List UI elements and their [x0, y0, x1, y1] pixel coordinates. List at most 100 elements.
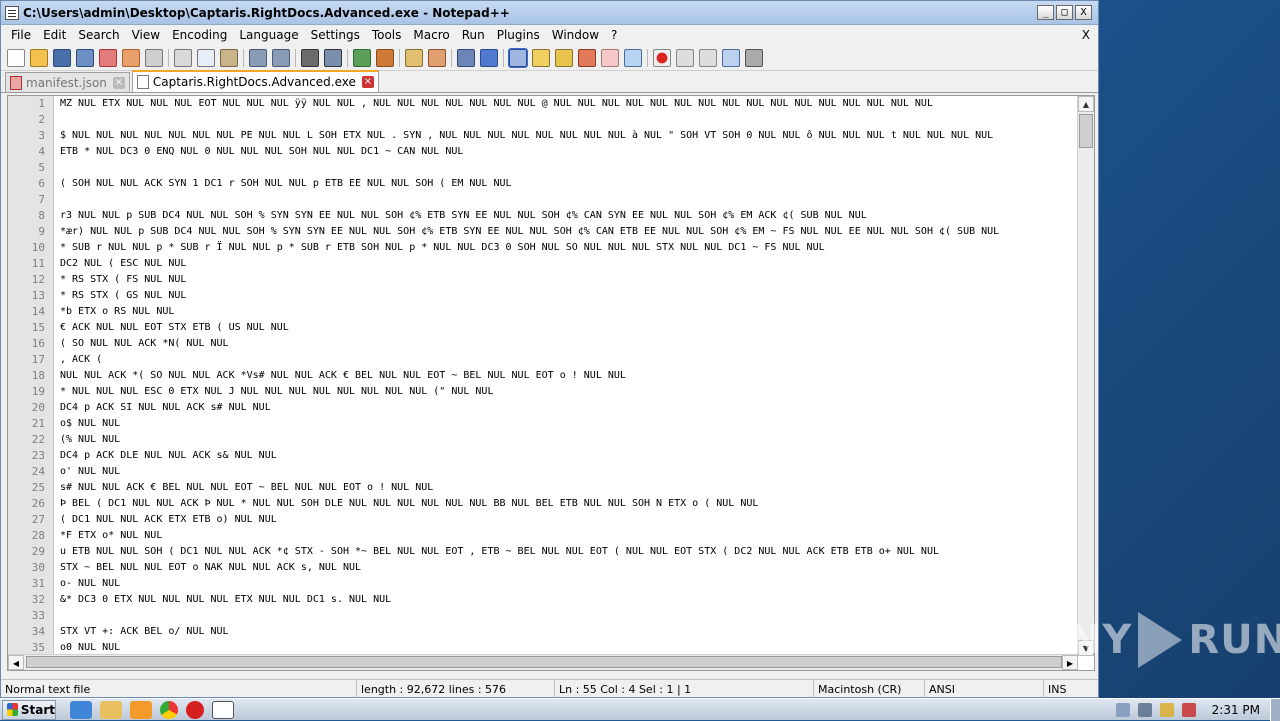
text-line[interactable]: * RS STX ( GS NUL NUL — [60, 288, 1076, 304]
menu-search[interactable]: Search — [72, 25, 125, 45]
status-insert-mode[interactable]: INS — [1044, 680, 1096, 699]
start-button[interactable]: Start — [2, 699, 56, 720]
text-line[interactable]: ( DC1 NUL NUL ACK ETX ETB o) NUL NUL — [60, 512, 1076, 528]
title-bar[interactable]: C:\Users\admin\Desktop\Captaris.RightDoc… — [1, 1, 1098, 25]
text-line[interactable]: (% NUL NUL — [60, 432, 1076, 448]
text-line[interactable]: &* DC3 0 ETX NUL NUL NUL NUL ETX NUL NUL… — [60, 592, 1076, 608]
maximize-button[interactable]: □ — [1056, 5, 1073, 20]
menu-encoding[interactable]: Encoding — [166, 25, 233, 45]
menu-edit[interactable]: Edit — [37, 25, 72, 45]
clock[interactable]: 2:31 PM — [1212, 703, 1260, 717]
close-button[interactable]: X — [1075, 5, 1092, 20]
text-line[interactable]: * NUL NUL NUL ESC 0 ETX NUL J NUL NUL NU… — [60, 384, 1076, 400]
menu-run[interactable]: Run — [456, 25, 491, 45]
folder-icon[interactable] — [601, 48, 619, 67]
copy-icon[interactable] — [197, 48, 215, 67]
text-line[interactable]: o' NUL NUL — [60, 464, 1076, 480]
text-line[interactable]: *b ETX o RS NUL NUL — [60, 304, 1076, 320]
undo-icon[interactable] — [249, 48, 267, 67]
notepadpp-taskbar-icon[interactable] — [212, 700, 234, 719]
menu-language[interactable]: Language — [233, 25, 304, 45]
text-line[interactable] — [60, 608, 1076, 624]
text-line[interactable]: ( SO NUL NUL ACK *N( NUL NUL — [60, 336, 1076, 352]
text-line[interactable]: ( SOH NUL NUL ACK SYN 1 DC1 r SOH NUL NU… — [60, 176, 1076, 192]
text-line[interactable]: Þ BEL ( DC1 NUL NUL ACK Þ NUL * NUL NUL … — [60, 496, 1076, 512]
minimize-button[interactable]: _ — [1037, 5, 1054, 20]
cut-icon[interactable] — [174, 48, 192, 67]
media-player-icon[interactable] — [130, 700, 152, 719]
save-all-icon[interactable] — [76, 48, 94, 67]
text-line[interactable] — [60, 192, 1076, 208]
chrome-icon[interactable] — [160, 700, 178, 719]
save-icon[interactable] — [53, 48, 71, 67]
close-document-icon[interactable]: X — [1082, 25, 1090, 45]
text-line[interactable]: , ACK ( — [60, 352, 1076, 368]
text-line[interactable]: DC4 p ACK DLE NUL NUL ACK s& NUL NUL — [60, 448, 1076, 464]
text-line[interactable]: $ NUL NUL NUL NUL NUL NUL NUL PE NUL NUL… — [60, 128, 1076, 144]
tab-close-icon[interactable]: × — [112, 76, 125, 89]
network-icon[interactable] — [1159, 703, 1174, 717]
text-line[interactable]: *ær) NUL NUL p SUB DC4 NUL NUL SOH % SYN… — [60, 224, 1076, 240]
text-line[interactable]: ETB * NUL DC3 0 ENQ NUL 0 NUL NUL NUL SO… — [60, 144, 1076, 160]
save-macro-icon[interactable] — [745, 48, 763, 67]
menu-file[interactable]: File — [5, 25, 37, 45]
tab-manifest-json[interactable]: manifest.json × — [5, 72, 130, 92]
show-desktop-button[interactable] — [1270, 699, 1280, 721]
explorer-icon[interactable] — [100, 700, 122, 719]
tab-captaris-exe[interactable]: Captaris.RightDocs.Advanced.exe × — [131, 70, 379, 92]
status-encoding[interactable]: ANSI — [925, 680, 1044, 699]
text-line[interactable]: DC2 NUL ( ESC NUL NUL — [60, 256, 1076, 272]
indent-guide-icon[interactable] — [508, 47, 528, 68]
text-line[interactable]: STX ~ BEL NUL NUL EOT o NAK NUL NUL ACK … — [60, 560, 1076, 576]
menu-settings[interactable]: Settings — [305, 25, 366, 45]
play-icon[interactable] — [699, 48, 717, 67]
status-eol[interactable]: Macintosh (CR) — [814, 680, 925, 699]
lang-icon[interactable] — [532, 48, 550, 67]
menu-plugins[interactable]: Plugins — [491, 25, 546, 45]
tray-expand-icon[interactable] — [1115, 703, 1130, 717]
text-line[interactable]: STX VT +: ACK BEL o/ NUL NUL — [60, 624, 1076, 640]
text-line[interactable]: € ACK NUL NUL EOT STX ETB ( US NUL NUL — [60, 320, 1076, 336]
text-line[interactable]: r3 NUL NUL p SUB DC4 NUL NUL SOH % SYN S… — [60, 208, 1076, 224]
sync-h-icon[interactable] — [428, 48, 446, 67]
text-line[interactable]: * SUB r NUL NUL p * SUB r Ï NUL NUL p * … — [60, 240, 1076, 256]
wrap-icon[interactable] — [457, 48, 475, 67]
zoom-out-icon[interactable] — [376, 48, 394, 67]
stop-icon[interactable] — [676, 48, 694, 67]
security-app-icon[interactable] — [186, 700, 204, 719]
tab-close-icon[interactable]: × — [361, 76, 374, 88]
paste-icon[interactable] — [220, 48, 238, 67]
text-line[interactable]: o- NUL NUL — [60, 576, 1076, 592]
print-icon[interactable] — [145, 48, 163, 67]
horizontal-scroll-thumb[interactable] — [26, 656, 1062, 668]
new-file-icon[interactable] — [7, 48, 25, 67]
menu-macro[interactable]: Macro — [407, 25, 455, 45]
menu-help[interactable]: ? — [605, 25, 623, 45]
monitor-icon[interactable] — [624, 48, 642, 67]
sync-v-icon[interactable] — [405, 48, 423, 67]
scroll-up-icon[interactable]: ▲ — [1078, 96, 1094, 112]
menu-view[interactable]: View — [126, 25, 166, 45]
ie-icon[interactable] — [70, 700, 92, 719]
text-line[interactable]: o$ NUL NUL — [60, 416, 1076, 432]
text-line[interactable]: u ETB NUL NUL SOH ( DC1 NUL NUL ACK *¢ S… — [60, 544, 1076, 560]
text-line[interactable]: *F ETX o* NUL NUL — [60, 528, 1076, 544]
find-icon[interactable] — [301, 48, 319, 67]
text-line[interactable]: NUL NUL ACK *( SO NUL NUL ACK *Vs# NUL N… — [60, 368, 1076, 384]
scroll-left-icon[interactable]: ◀ — [8, 655, 24, 670]
doc-map-icon[interactable] — [555, 48, 573, 67]
action-center-icon[interactable] — [1181, 703, 1196, 717]
open-file-icon[interactable] — [30, 48, 48, 67]
record-icon[interactable] — [653, 48, 671, 67]
text-content[interactable]: MZ NUL ETX NUL NUL NUL EOT NUL NUL NUL ÿ… — [60, 96, 1076, 656]
func-list-icon[interactable] — [578, 48, 596, 67]
text-line[interactable]: MZ NUL ETX NUL NUL NUL EOT NUL NUL NUL ÿ… — [60, 96, 1076, 112]
menu-tools[interactable]: Tools — [366, 25, 408, 45]
text-line[interactable]: DC4 p ACK SI NUL NUL ACK s# NUL NUL — [60, 400, 1076, 416]
redo-icon[interactable] — [272, 48, 290, 67]
vertical-scroll-thumb[interactable] — [1079, 114, 1093, 148]
vertical-scrollbar[interactable]: ▲ ▼ — [1077, 96, 1094, 656]
horizontal-scrollbar[interactable]: ◀ ▶ — [8, 654, 1078, 670]
editor-area[interactable]: 1 2 3 4 5 6 7 8 9 10 11 12 13 14 15 16 17 18 19 20 21 22 23 24 2… — [7, 95, 1095, 671]
volume-icon[interactable] — [1137, 703, 1152, 717]
